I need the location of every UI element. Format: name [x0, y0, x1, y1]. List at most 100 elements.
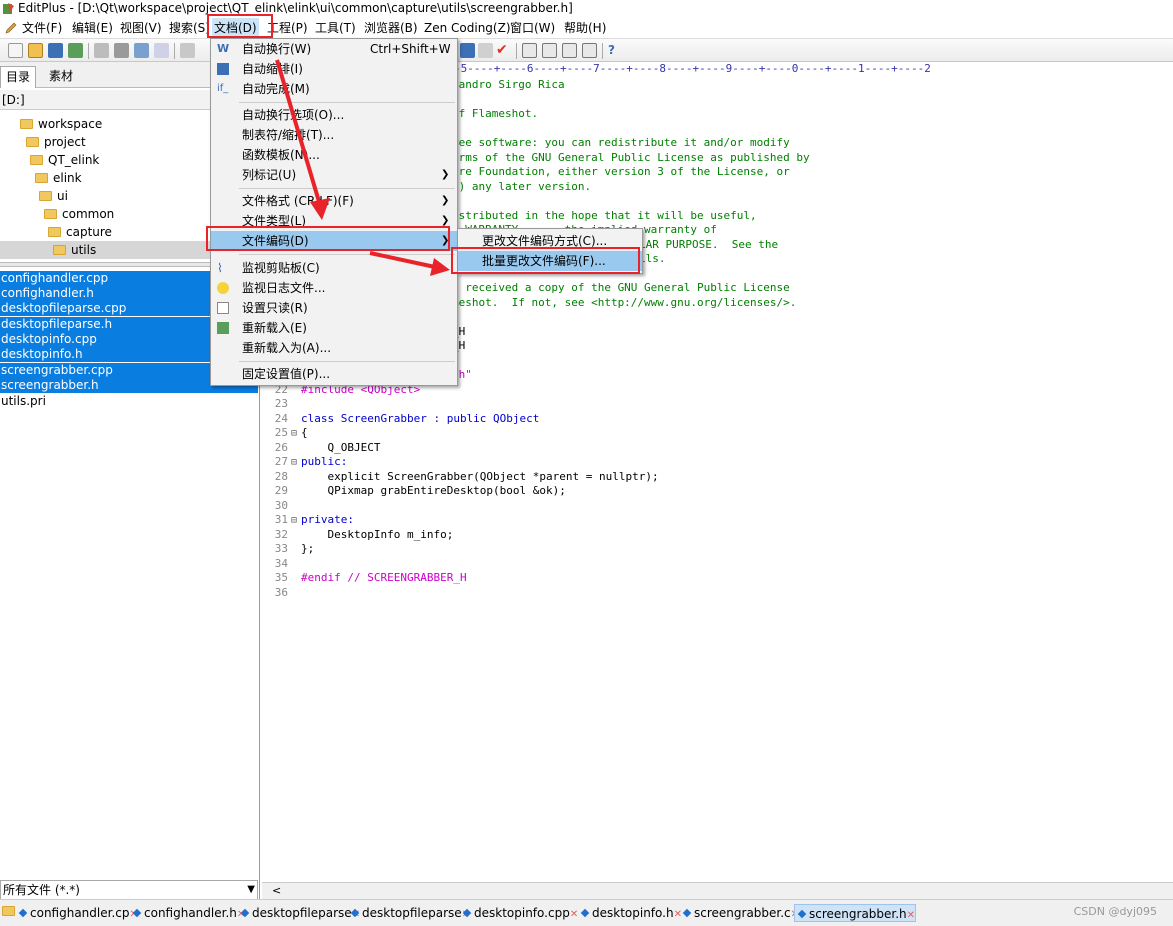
- doc-tab[interactable]: desktopfileparse✕: [348, 904, 470, 922]
- spellcheck-icon[interactable]: [134, 43, 149, 58]
- scroll-left-icon[interactable]: <: [272, 884, 281, 897]
- auto-complete-icon: if_: [217, 83, 229, 94]
- menu-help[interactable]: 帮助(H): [562, 18, 608, 38]
- code-line: e received a copy of the GNU General Pub…: [452, 281, 790, 294]
- open-folder-icon[interactable]: [28, 43, 43, 58]
- code-line: istributed in the hope that it will be u…: [452, 209, 757, 222]
- folder-icon: [2, 906, 15, 916]
- help-pointer-icon[interactable]: ?: [608, 43, 623, 58]
- tree-item-common[interactable]: common: [44, 205, 114, 223]
- code-line: jandro Sirgo Rica: [452, 78, 565, 91]
- menu-item-word-wrap[interactable]: W 自动换行(W) Ctrl+Shift+W: [211, 39, 457, 59]
- tree-item-capture[interactable]: capture: [48, 223, 112, 241]
- doc-tab[interactable]: desktopinfo.cpp✕: [460, 904, 578, 922]
- toolbar-separator: [516, 43, 517, 59]
- doc-tab[interactable]: confighandler.h✕: [130, 904, 245, 922]
- tree-item-project[interactable]: project: [26, 133, 86, 151]
- title-bar: EditPlus - [D:\Qt\workspace\project\QT_e…: [0, 0, 1173, 18]
- menu-item-auto-complete[interactable]: if_ 自动完成(M): [211, 79, 457, 99]
- indent-icon: [217, 63, 229, 75]
- word-wrap-icon[interactable]: [460, 43, 475, 58]
- line-text: private:: [301, 513, 354, 526]
- print-icon[interactable]: [114, 43, 129, 58]
- check-icon[interactable]: ✔: [496, 43, 511, 58]
- menu-window[interactable]: 窗口(W): [508, 18, 557, 38]
- menu-edit[interactable]: 编辑(E): [70, 18, 115, 38]
- cliptext-window-icon[interactable]: [582, 43, 597, 58]
- cut-icon[interactable]: [180, 43, 195, 58]
- menu-item-column-marker[interactable]: 列标记(U) ❯: [211, 165, 457, 185]
- doc-tab[interactable]: confighandler.cp✕: [16, 904, 138, 922]
- file-icon: [18, 908, 28, 918]
- tab-material[interactable]: 素材: [44, 66, 78, 88]
- line-number: 24: [274, 412, 288, 425]
- menu-search[interactable]: 搜索(S): [167, 18, 212, 38]
- menu-tools[interactable]: 工具(T): [313, 18, 358, 38]
- code-line: 30: [262, 499, 301, 514]
- line-text: explicit ScreenGrabber(QObject *parent =…: [301, 470, 659, 483]
- save-icon[interactable]: [48, 43, 63, 58]
- directory-window-icon[interactable]: [562, 43, 577, 58]
- editplus-window: EditPlus - [D:\Qt\workspace\project\QT_e…: [0, 0, 1173, 926]
- doc-tab-label: desktopinfo.cpp: [474, 906, 570, 920]
- menu-item-monitor-clipboard[interactable]: ⌇ 监视剪贴板(C): [211, 258, 457, 278]
- menu-zen-coding[interactable]: Zen Coding(Z): [422, 18, 513, 38]
- chevron-down-icon: ▼: [247, 884, 255, 895]
- tree-item-elink[interactable]: elink: [35, 169, 82, 187]
- menu-item-label: 重新载入(E): [242, 321, 307, 335]
- line-number: 32: [274, 528, 288, 541]
- code-line: 27 ⊟ public:: [262, 455, 348, 471]
- doc-tab-label: desktopinfo.h: [592, 906, 674, 920]
- lock-file-icon: [217, 302, 229, 314]
- doc-tab[interactable]: desktopinfo.h✕: [578, 904, 682, 922]
- fold-marker[interactable]: ⊟: [291, 514, 301, 529]
- tree-item-ui[interactable]: ui: [39, 187, 68, 205]
- line-number: 36: [274, 586, 288, 599]
- close-icon[interactable]: ✕: [570, 909, 578, 920]
- file-icon: [682, 908, 692, 918]
- menu-item-reload[interactable]: 重新载入(E): [211, 318, 457, 338]
- menu-item-reload-as[interactable]: 重新载入为(A)...: [211, 338, 457, 358]
- print-preview-icon[interactable]: [94, 43, 109, 58]
- close-icon[interactable]: ✕: [907, 910, 915, 921]
- menu-item-file-format[interactable]: 文件格式 (CR/LF)(F) ❯: [211, 191, 457, 211]
- file-filter-select[interactable]: 所有文件 (*.*) ▼: [0, 880, 258, 900]
- tree-item-workspace[interactable]: workspace: [20, 115, 102, 133]
- menu-browser[interactable]: 浏览器(B): [362, 18, 420, 38]
- save-all-icon[interactable]: [68, 43, 83, 58]
- ruler-icon[interactable]: [478, 43, 493, 58]
- watermark: CSDN @dyj095: [1073, 905, 1157, 918]
- menu-separator: [239, 188, 455, 189]
- menu-item-function-template[interactable]: 函数模板(N)...: [211, 145, 457, 165]
- doc-tab[interactable]: desktopfileparse✕: [238, 904, 360, 922]
- fold-marker[interactable]: ⊟: [291, 456, 301, 471]
- menu-file[interactable]: 文件(F): [20, 18, 64, 38]
- doc-tab[interactable]: screengrabber.c✕: [680, 904, 799, 922]
- filter-label: 所有文件 (*.*): [3, 883, 80, 897]
- menu-item-fixed-settings[interactable]: 固定设置值(P)...: [211, 364, 457, 384]
- shortcut-label: Ctrl+Shift+W: [370, 42, 451, 56]
- browser-preview-icon[interactable]: [154, 43, 169, 58]
- doc-tab-active[interactable]: screengrabber.h✕: [794, 904, 917, 922]
- tab-directory[interactable]: 目录: [0, 66, 37, 88]
- code-line: 26 Q_OBJECT: [262, 441, 381, 456]
- horizontal-scrollbar[interactable]: <: [262, 882, 1173, 899]
- sidebar-toggle-icon[interactable]: [522, 43, 537, 58]
- menu-item-monitor-log[interactable]: 监视日志文件...: [211, 278, 457, 298]
- tree-item-label: common: [62, 207, 115, 221]
- menu-item-tab-indent[interactable]: 制表符/缩排(T)...: [211, 125, 457, 145]
- menu-view[interactable]: 视图(V): [118, 18, 164, 38]
- menu-item-auto-indent[interactable]: 自动缩排(I): [211, 59, 457, 79]
- document-tab-bar: confighandler.cp✕ confighandler.h✕ deskt…: [0, 899, 1173, 926]
- tree-item-qt-elink[interactable]: QT_elink: [30, 151, 99, 169]
- tree-item-label: utils: [71, 243, 97, 257]
- output-window-icon[interactable]: [542, 43, 557, 58]
- new-file-icon[interactable]: [8, 43, 23, 58]
- fold-marker[interactable]: ⊟: [291, 427, 301, 442]
- line-text: DesktopInfo m_info;: [301, 528, 454, 541]
- menu-item-read-only[interactable]: 设置只读(R): [211, 298, 457, 318]
- menu-item-wrap-options[interactable]: 自动换行选项(O)...: [211, 105, 457, 125]
- tree-item-label: ui: [57, 189, 68, 203]
- line-number: 33: [274, 542, 288, 555]
- list-item[interactable]: utils.pri: [0, 394, 258, 409]
